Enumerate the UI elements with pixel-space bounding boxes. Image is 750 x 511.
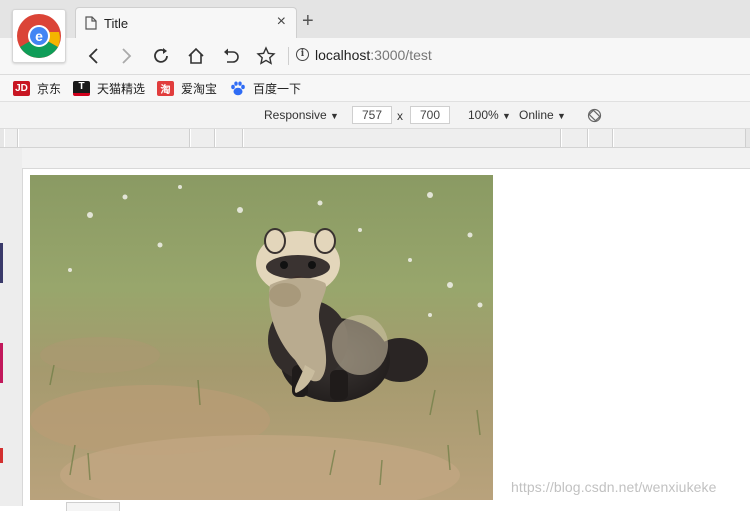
ruler-segment[interactable] [243,129,561,147]
taobao-icon: 淘 [157,80,174,96]
url-host: localhost [315,47,371,63]
bookmarks-bar: JD 京东 T 天猫精选 淘 爱淘宝 百度一下 [0,75,750,102]
device-toolbar: Responsive ▼ 757 x 700 100% ▼ Online ▼ [0,102,750,129]
reload-icon[interactable] [151,46,171,66]
chevron-down-icon: ▼ [330,111,339,121]
ferret-photo [30,175,493,500]
chevron-down-icon: ▼ [502,111,511,121]
bookmark-label: 京东 [37,81,62,96]
gutter-mark [0,343,3,383]
back-icon[interactable] [84,46,104,66]
nav-divider [288,47,289,65]
viewport-width-input[interactable]: 757 [352,106,392,124]
ruler-segment[interactable] [18,129,190,147]
url-path: :3000/test [370,47,432,63]
tmall-icon: T [73,80,90,96]
site-info-icon[interactable]: i [296,48,309,61]
home-icon[interactable] [186,46,206,66]
bookmark-baidu[interactable]: 百度一下 [229,79,301,97]
bookmark-jd[interactable]: JD 京东 [13,79,61,97]
network-throttle-select[interactable]: Online ▼ [519,108,566,122]
browser-tab[interactable]: Title × [75,7,297,38]
viewport-top-margin [22,148,750,168]
svg-text:e: e [35,28,43,44]
ruler-segment[interactable] [190,129,215,147]
tab-title: Title [104,16,129,31]
chevron-down-icon: ▼ [557,111,566,121]
ruler-segment[interactable] [561,129,588,147]
zoom-label: 100% [468,108,499,122]
address-field[interactable]: localhost:3000/test [315,47,432,63]
tab-close-icon[interactable]: × [277,14,286,30]
bookmark-taobao[interactable]: 淘 爱淘宝 [157,79,217,97]
bookmark-star-icon[interactable] [256,46,276,66]
navigation-bar: i localhost:3000/test [0,38,750,75]
zoom-select[interactable]: 100% ▼ [468,108,511,122]
undo-icon[interactable] [221,46,241,66]
rotate-icon[interactable] [587,108,602,123]
device-mode-label: Responsive [264,108,327,122]
device-mode-select[interactable]: Responsive ▼ [264,108,339,122]
media-query-ruler[interactable] [0,129,750,148]
jd-icon: JD [13,80,30,96]
dimension-separator: x [397,109,403,123]
tab-strip: Title × + [0,0,750,38]
gutter-mark [0,243,3,283]
below-image-element [66,502,120,511]
network-label: Online [519,108,554,122]
browser-logo: e [12,9,66,63]
gutter-mark [0,448,3,463]
forward-icon[interactable] [116,46,136,66]
ruler-segment[interactable] [613,129,746,147]
left-gutter [0,148,22,506]
bookmark-tmall[interactable]: T 天猫精选 [73,79,145,97]
bookmark-label: 天猫精选 [97,81,146,96]
watermark-text: https://blog.csdn.net/wenxiukeke [511,479,717,495]
viewport-height-input[interactable]: 700 [410,106,450,124]
bookmark-label: 百度一下 [253,81,302,96]
bookmark-label: 爱淘宝 [181,81,218,96]
baidu-paw-icon [229,81,246,96]
new-tab-icon[interactable]: + [302,11,314,31]
ferret-image [30,175,493,500]
ruler-segment[interactable] [215,129,243,147]
ruler-segment[interactable] [588,129,613,147]
page-icon [85,16,97,30]
ruler-segment[interactable] [4,129,18,147]
browser-logo-icon: e [17,14,61,58]
